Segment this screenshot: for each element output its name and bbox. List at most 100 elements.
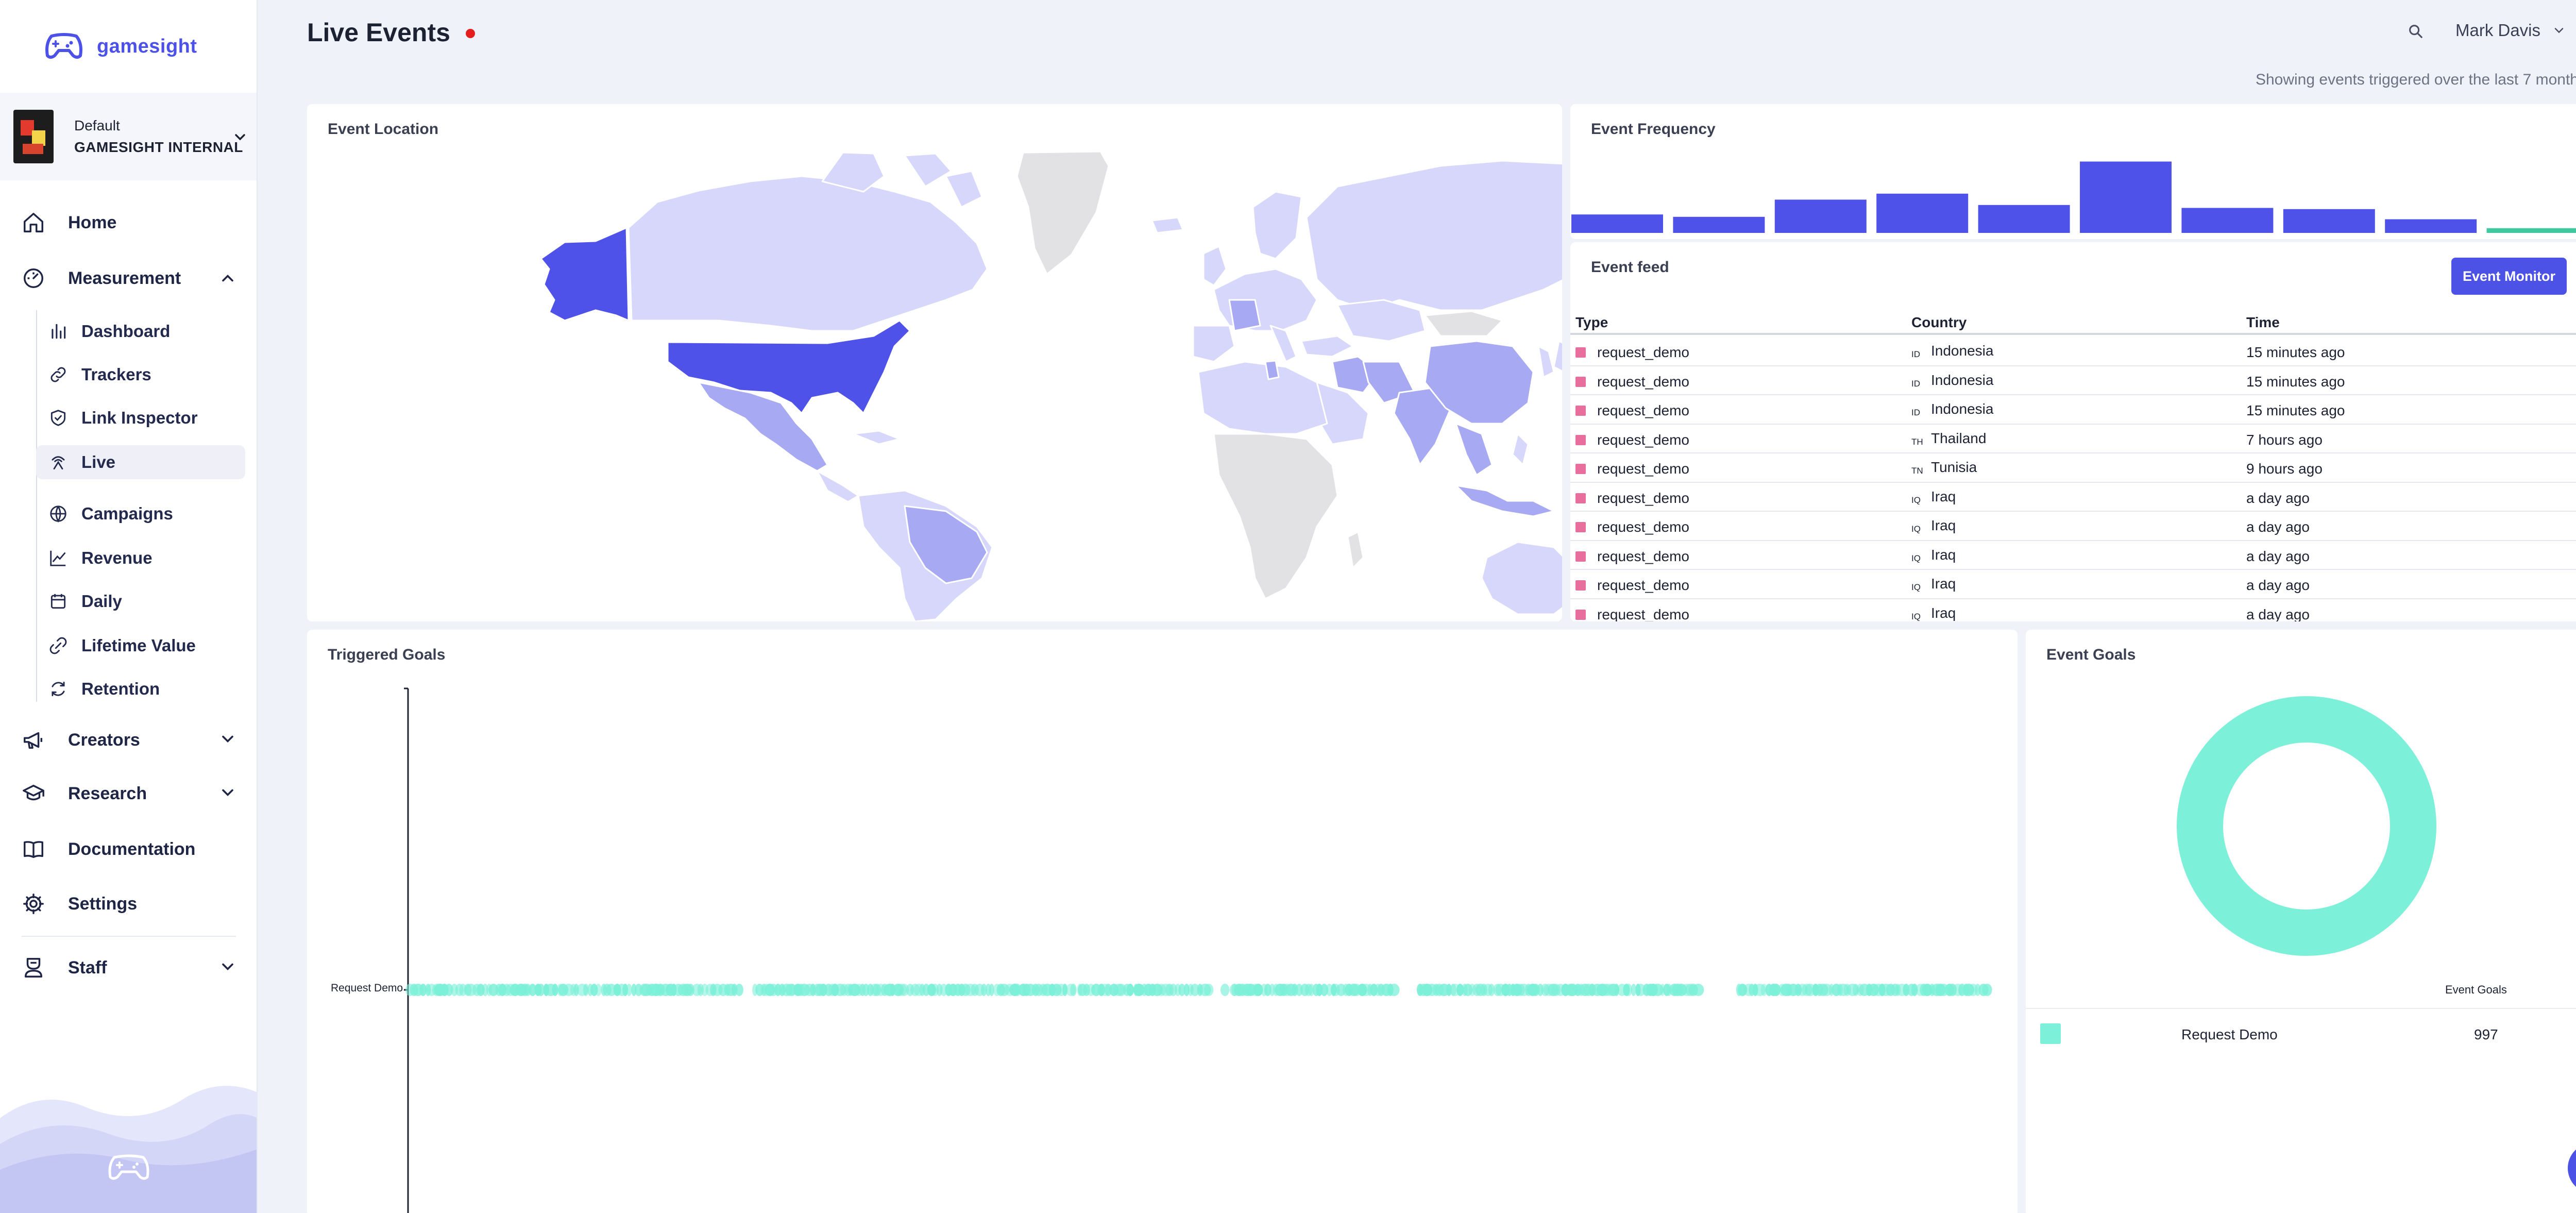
map-southeast-asia [1455,423,1493,476]
frequency-bar[interactable] [2385,219,2477,233]
date-range-note: Showing events triggered over the last 7… [2255,71,2576,88]
event-goals-donut[interactable] [2175,695,2438,957]
nav-creators[interactable]: Creators [22,725,140,755]
chevron-down-icon [235,134,245,141]
nav-retention[interactable]: Retention [36,672,245,706]
table-row[interactable]: request_demo ID Indonesia 15 minutes ago [1570,395,2576,425]
map-uk [1202,245,1227,287]
calendar-icon [50,594,66,609]
table-row[interactable]: request_demo ID Indonesia 15 minutes ago [1570,366,2576,395]
table-row[interactable]: request_demo IQ Iraq a day ago [1570,541,2576,570]
chevron-down-icon[interactable] [218,957,237,976]
legend-item[interactable]: Request Demo 997 [2040,1021,2576,1047]
column-time[interactable]: Time [2246,314,2280,331]
sidebar-divider [22,936,236,937]
table-row[interactable]: request_demo ID Indonesia 15 minutes ago [1570,337,2576,366]
page-title: Live Events [307,18,475,47]
legend-divider [2026,1008,2576,1009]
gauge-icon [24,268,43,288]
nav-daily[interactable]: Daily [36,584,245,618]
table-row[interactable]: request_demo TN Tunisia 9 hours ago [1570,453,2576,483]
map-kazakhstan [1336,299,1426,342]
nav-home[interactable]: Home [22,207,116,238]
nav-link-inspector[interactable]: Link Inspector [36,401,245,435]
map-north-africa [1197,361,1328,435]
brand-logo[interactable]: gamesight [44,27,197,66]
workspace-switcher[interactable]: Default GAMESIGHT INTERNAL [0,93,257,180]
type-swatch [1575,580,1586,591]
map-mongolia [1424,310,1503,337]
map-madagascar [1347,531,1364,569]
chevron-down-icon[interactable] [218,730,237,748]
live-signal-icon [52,456,65,470]
event-monitor-button[interactable]: Event Monitor [2451,258,2567,295]
world-map[interactable] [307,104,1562,621]
feed-table-header: Type Country Time [1570,311,2576,335]
event-location-title: Event Location [328,121,439,138]
nav-dashboard[interactable]: Dashboard [36,314,245,348]
type-swatch [1575,493,1586,503]
bar-chart-icon [52,324,66,339]
refresh-icon [52,681,65,697]
triggered-goals-card: Triggered Goals Request Demo [307,630,2018,1213]
table-row[interactable]: request_demo IQ Iraq a day ago [1570,483,2576,512]
graduation-cap-icon [23,784,44,801]
search-icon[interactable] [2407,23,2425,40]
frequency-bar[interactable] [1978,205,2070,233]
goal-event-marker [1126,984,1134,996]
live-indicator [465,29,475,38]
sidebar: gamesight Default GAMESIGHT INTERNAL Hom… [0,0,258,1213]
map-central-america [816,470,859,503]
map-indonesia [1455,484,1555,517]
map-france [1228,299,1261,332]
frequency-bar[interactable] [1774,199,1867,233]
map-canada [628,175,988,332]
frequency-bar[interactable] [1571,214,1663,233]
column-country[interactable]: Country [1911,314,1967,331]
frequency-bar[interactable] [2080,161,2172,233]
goal-event-marker [626,984,632,996]
legend-header: Event Goals [2445,983,2507,996]
trend-line-icon [50,550,66,566]
goal-event-marker [1070,984,1077,996]
nav-staff[interactable]: Staff [22,952,107,983]
map-central-africa [1213,433,1338,600]
nav-revenue[interactable]: Revenue [36,541,245,575]
frequency-bar[interactable] [1876,193,1969,233]
table-row[interactable]: request_demo TH Thailand 7 hours ago [1570,425,2576,453]
event-frequency-chart[interactable] [1570,104,2576,239]
nav-research[interactable]: Research [22,778,147,809]
user-menu[interactable]: Mark Davis [2455,21,2566,40]
frequency-bar[interactable] [2283,209,2375,233]
workspace-name: GAMESIGHT INTERNAL [74,139,243,155]
donut-slice[interactable] [2177,696,2436,956]
frequency-bar[interactable] [2486,228,2576,233]
map-usa [667,319,911,414]
map-japan-korea [1537,340,1562,378]
table-row[interactable]: request_demo IQ Iraq a day ago [1570,570,2576,599]
event-goals-card: Event Goals Event Goals Request Demo 997 [2026,630,2576,1213]
table-row[interactable]: request_demo IQ Iraq a day ago [1570,512,2576,541]
nav-lifetime-value[interactable]: Lifetime Value [36,629,245,663]
book-open-icon [24,841,43,858]
goal-events [405,984,1992,996]
frequency-bar[interactable] [2181,208,2274,233]
nav-trackers[interactable]: Trackers [36,358,245,392]
chevron-down-icon[interactable] [218,783,237,802]
type-swatch [1575,522,1586,532]
table-row[interactable]: request_demo IQ Iraq a day ago [1570,599,2576,621]
chevron-up-icon[interactable] [218,269,237,288]
frequency-bar[interactable] [1673,216,1765,233]
nav-documentation[interactable]: Documentation [22,834,195,865]
map-iberia [1192,325,1235,363]
triggered-goals-chart[interactable] [307,630,2018,1213]
column-type[interactable]: Type [1575,314,1608,331]
nav-campaigns[interactable]: Campaigns [36,497,245,531]
goal-event-marker [1388,984,1400,996]
nav-settings[interactable]: Settings [22,888,137,919]
map-iceland [1151,216,1184,234]
goal-event-marker [1692,984,1704,996]
link-diagonal-icon [49,637,67,654]
nav-live[interactable]: Live [36,445,245,479]
nav-measurement[interactable]: Measurement [22,263,181,294]
